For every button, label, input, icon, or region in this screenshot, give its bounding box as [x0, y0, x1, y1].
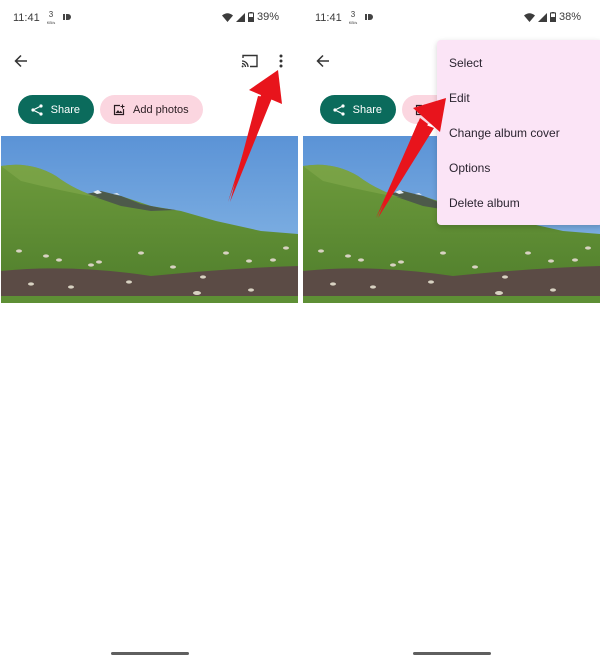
- network-speed-unit: KB/s: [46, 20, 56, 25]
- album-photo[interactable]: [1, 136, 298, 303]
- landscape-image: [1, 136, 298, 303]
- share-icon: [332, 103, 346, 117]
- screen-album-view: 11:41 3 KB/s 39% Share Add photos: [0, 0, 299, 663]
- overflow-menu: Select Edit Change album cover Options D…: [437, 40, 600, 225]
- gesture-nav-bar[interactable]: [413, 652, 491, 655]
- network-speed: 3 KB/s: [44, 10, 58, 26]
- menu-item-edit[interactable]: Edit: [437, 80, 600, 115]
- share-label: Share: [352, 103, 382, 116]
- back-button[interactable]: [312, 50, 334, 72]
- wifi-icon: [221, 12, 233, 22]
- action-chips: Share Add photos: [18, 95, 203, 124]
- arrow-back-icon: [316, 54, 329, 68]
- notification-icon: [63, 14, 71, 20]
- cast-icon: [241, 54, 258, 68]
- network-speed-value: 3: [350, 10, 356, 19]
- more-options-button[interactable]: [272, 50, 290, 72]
- share-icon: [30, 103, 44, 117]
- menu-item-options[interactable]: Options: [437, 150, 600, 185]
- network-speed-unit: KB/s: [348, 20, 358, 25]
- share-button[interactable]: Share: [320, 95, 396, 124]
- more-vert-icon: [279, 54, 283, 68]
- battery-percent: 39%: [256, 11, 279, 23]
- menu-item-change-album-cover[interactable]: Change album cover: [437, 115, 600, 150]
- add-photos-label: Add photos: [133, 103, 189, 116]
- network-speed-value: 3: [48, 10, 54, 19]
- menu-item-select[interactable]: Select: [437, 45, 600, 80]
- share-button[interactable]: Share: [18, 95, 94, 124]
- signal-icon: [537, 12, 547, 22]
- status-bar: 11:41 3 KB/s 39%: [0, 0, 299, 38]
- add-photos-button[interactable]: Add photos: [100, 95, 203, 124]
- status-time: 11:41: [13, 12, 40, 24]
- battery-icon: [549, 12, 556, 22]
- status-icons: 38%: [523, 11, 581, 23]
- arrow-back-icon: [14, 54, 27, 68]
- status-time: 11:41: [315, 12, 342, 24]
- app-bar: [0, 44, 299, 76]
- cast-button[interactable]: [239, 50, 261, 72]
- battery-percent: 38%: [558, 11, 581, 23]
- screen-album-menu-open: 11:41 3 KB/s 38% Share Add photos: [302, 0, 600, 663]
- battery-icon: [247, 12, 254, 22]
- gesture-nav-bar[interactable]: [111, 652, 189, 655]
- add-photo-icon: [112, 103, 126, 117]
- status-bar: 11:41 3 KB/s 38%: [302, 0, 600, 38]
- network-speed: 3 KB/s: [346, 10, 360, 26]
- add-photo-icon: [414, 103, 428, 117]
- wifi-icon: [523, 12, 535, 22]
- back-button[interactable]: [10, 50, 32, 72]
- status-icons: 39%: [221, 11, 279, 23]
- signal-icon: [235, 12, 245, 22]
- menu-item-delete-album[interactable]: Delete album: [437, 185, 600, 220]
- share-label: Share: [50, 103, 80, 116]
- notification-icon: [365, 14, 373, 20]
